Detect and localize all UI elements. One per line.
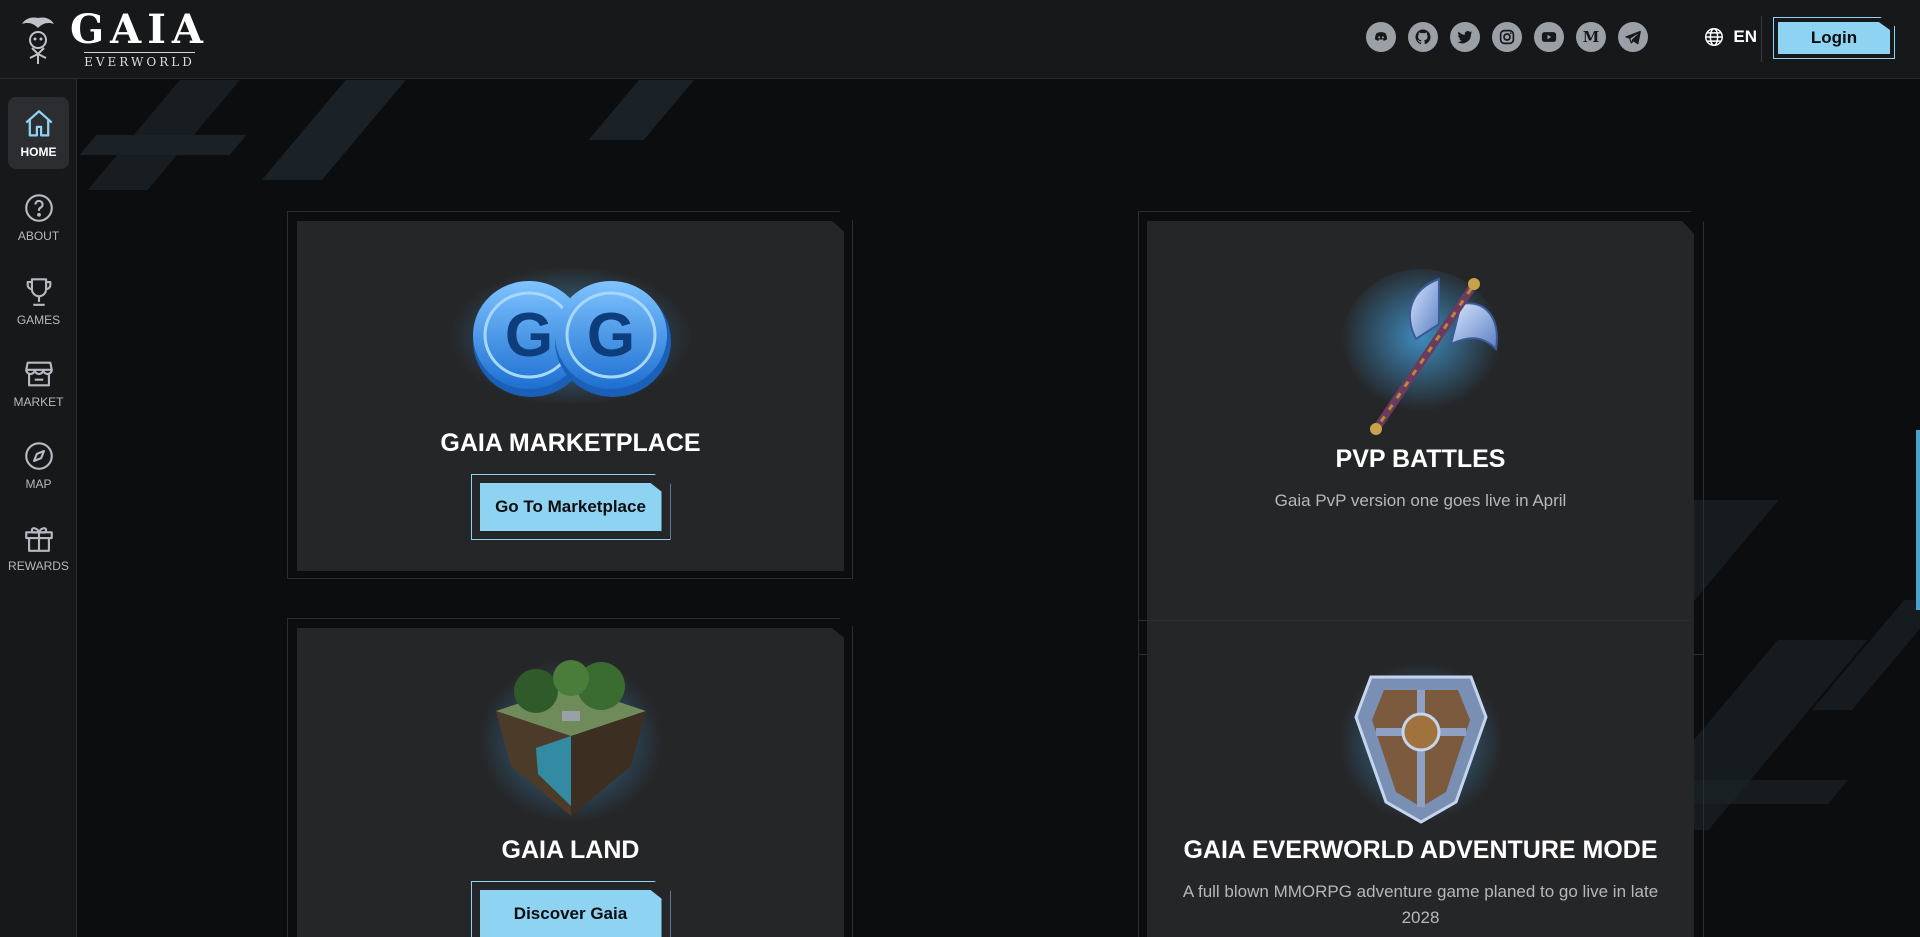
gaia-emblem-icon [22,16,54,64]
card-title: GAIA EVERWORLD ADVENTURE MODE [1183,836,1658,864]
sidebar-item-label: MAP [25,477,52,491]
home-icon [24,110,53,137]
social-links: M [1366,22,1648,52]
main-content: G G GAIA MARKETPLACE Go To Marketplace P [78,80,1920,937]
top-header: GAIA EVERWORLD M EN Login [0,0,1920,79]
sidebar-item-rewards[interactable]: REWARDS [8,511,69,583]
header-divider [1761,16,1762,62]
discover-gaia-button[interactable]: Discover Gaia [479,890,662,937]
brand-name: GAIA [70,6,209,53]
cta-frame: Discover Gaia [470,881,671,937]
compass-icon [24,442,53,470]
telegram-icon[interactable] [1618,22,1648,52]
instagram-icon[interactable] [1492,22,1522,52]
globe-icon [1705,28,1724,46]
trophy-icon [26,278,51,306]
adventure-mode-card: GAIA EVERWORLD ADVENTURE MODE A full blo… [1147,630,1694,937]
brand-subtitle: EVERWORLD [84,52,195,69]
gaia-land-card: GAIA LAND Discover Gaia [297,628,844,937]
language-label: EN [1733,27,1757,46]
card-title: GAIA MARKETPLACE [440,429,701,457]
card-description: Gaia PvP version one goes live in April [1274,491,1567,510]
svg-text:G: G [586,301,634,370]
twitter-icon[interactable] [1450,22,1480,52]
marketplace-card: G G GAIA MARKETPLACE Go To Marketplace [297,221,844,571]
sidebar-item-label: ABOUT [17,229,60,243]
login-button[interactable]: Login [1778,22,1890,54]
gaia-coins-image: G G [450,266,691,406]
bg-decoration [79,135,247,155]
card-title: PVP BATTLES [1335,445,1506,473]
svg-text:G: G [504,301,552,370]
sidebar-nav: HOME ABOUT GAMES MARKET MAP REWARDS [0,79,77,937]
store-icon [24,361,53,387]
sidebar-item-label: HOME [20,145,57,159]
login-button-frame: Login [1773,17,1895,59]
sidebar-item-map[interactable]: MAP [8,429,69,501]
go-to-marketplace-button[interactable]: Go To Marketplace [479,483,662,531]
card-description: A full blown MMORPG adventure game plane… [1182,882,1659,927]
language-selector[interactable]: EN [1703,26,1757,48]
card-title: GAIA LAND [501,836,640,864]
battle-axe-image [1340,269,1501,435]
sidebar-item-about[interactable]: ABOUT [8,181,69,253]
page-scrollbar[interactable] [1916,430,1920,610]
sidebar-item-label: REWARDS [8,559,69,573]
medium-icon[interactable]: M [1576,22,1606,52]
cta-frame: Go To Marketplace [470,474,671,540]
land-plot-image [478,659,663,823]
sidebar-item-label: GAMES [16,313,61,327]
sidebar-item-home[interactable]: HOME [8,97,69,169]
pvp-battles-card: PVP BATTLES Gaia PvP version one goes li… [1147,221,1694,645]
discord-icon[interactable] [1366,22,1396,52]
bg-decoration [261,80,415,180]
youtube-icon[interactable] [1534,22,1564,52]
shield-image [1338,662,1503,824]
bg-decoration [588,80,703,140]
gaia-logo[interactable]: GAIA EVERWORLD [18,10,209,69]
gift-icon [24,527,53,552]
question-icon [24,194,53,222]
sidebar-item-label: MARKET [13,395,64,409]
sidebar-item-games[interactable]: GAMES [8,265,69,337]
github-icon[interactable] [1408,22,1438,52]
sidebar-item-market[interactable]: MARKET [8,347,69,419]
